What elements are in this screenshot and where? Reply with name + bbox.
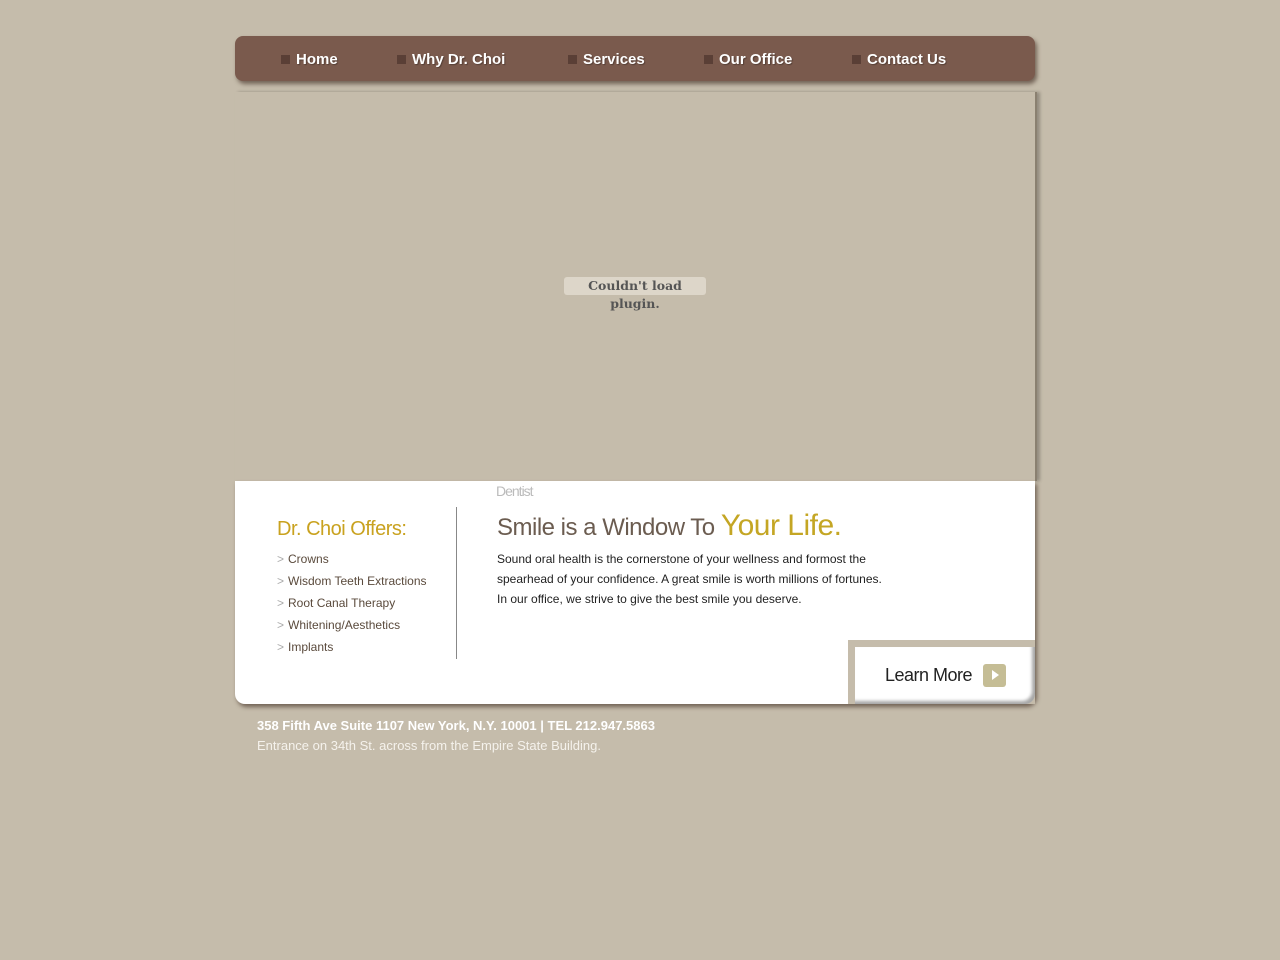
nav-label: Home: [296, 51, 338, 68]
chevron-icon: >: [277, 552, 285, 566]
offer-crowns[interactable]: > Crowns: [277, 552, 427, 574]
main-nav: Home Why Dr. Choi Services Our Office Co…: [235, 36, 1035, 81]
intro-line: In our office, we strive to give the bes…: [497, 592, 802, 606]
chevron-icon: >: [277, 596, 285, 610]
bullet-icon: [704, 55, 713, 64]
offer-label: Wisdom Teeth Extractions: [288, 574, 427, 588]
offer-whitening[interactable]: > Whitening/Aesthetics: [277, 618, 427, 640]
bullet-icon: [852, 55, 861, 64]
dentist-label: Dentist: [496, 483, 534, 499]
offer-implants[interactable]: > Implants: [277, 640, 427, 662]
address: 358 Fifth Ave Suite 1107 New York, N.Y. …: [257, 718, 655, 733]
offer-label: Whitening/Aesthetics: [288, 618, 401, 632]
headline: Smile is a Window To Your Life.: [497, 509, 842, 543]
offer-label: Root Canal Therapy: [288, 596, 396, 610]
nav-label: Services: [583, 51, 645, 68]
nav-home[interactable]: Home: [281, 51, 338, 68]
bullet-icon: [281, 55, 290, 64]
nav-contact-us[interactable]: Contact Us: [852, 51, 946, 68]
entrance-note: Entrance on 34th St. across from the Emp…: [257, 738, 601, 753]
nav-label: Contact Us: [867, 51, 947, 68]
headline-highlight: Your Life.: [720, 509, 842, 542]
chevron-icon: >: [277, 618, 285, 632]
headline-text: Smile is a Window To: [497, 514, 721, 541]
nav-label: Our Office: [719, 51, 793, 68]
intro-line: Sound oral health is the cornerstone of …: [497, 552, 866, 566]
learn-more-button[interactable]: Learn More: [855, 647, 1035, 704]
offer-wisdom-teeth[interactable]: > Wisdom Teeth Extractions: [277, 574, 427, 596]
divider: [456, 507, 457, 659]
nav-our-office[interactable]: Our Office: [704, 51, 792, 68]
offer-label: Implants: [288, 640, 334, 654]
offers-title: Dr. Choi Offers:: [277, 518, 407, 540]
bullet-icon: [568, 55, 577, 64]
intro-text: Sound oral health is the cornerstone of …: [497, 549, 917, 609]
arrow-right-icon: [983, 664, 1006, 687]
intro-line: spearhead of your confidence. A great sm…: [497, 572, 882, 586]
nav-why-dr-choi[interactable]: Why Dr. Choi: [397, 51, 505, 68]
chevron-icon: >: [277, 574, 285, 588]
learn-more-label: Learn More: [885, 665, 973, 685]
nav-label: Why Dr. Choi: [412, 51, 506, 68]
plugin-error: Couldn't load plugin.: [564, 277, 706, 311]
chevron-icon: >: [277, 640, 285, 654]
nav-services[interactable]: Services: [568, 51, 645, 68]
offers-list: > Crowns > Wisdom Teeth Extractions > Root …: [277, 552, 427, 662]
offer-label: Crowns: [288, 552, 329, 566]
bullet-icon: [397, 55, 406, 64]
offer-root-canal[interactable]: > Root Canal Therapy: [277, 596, 427, 618]
